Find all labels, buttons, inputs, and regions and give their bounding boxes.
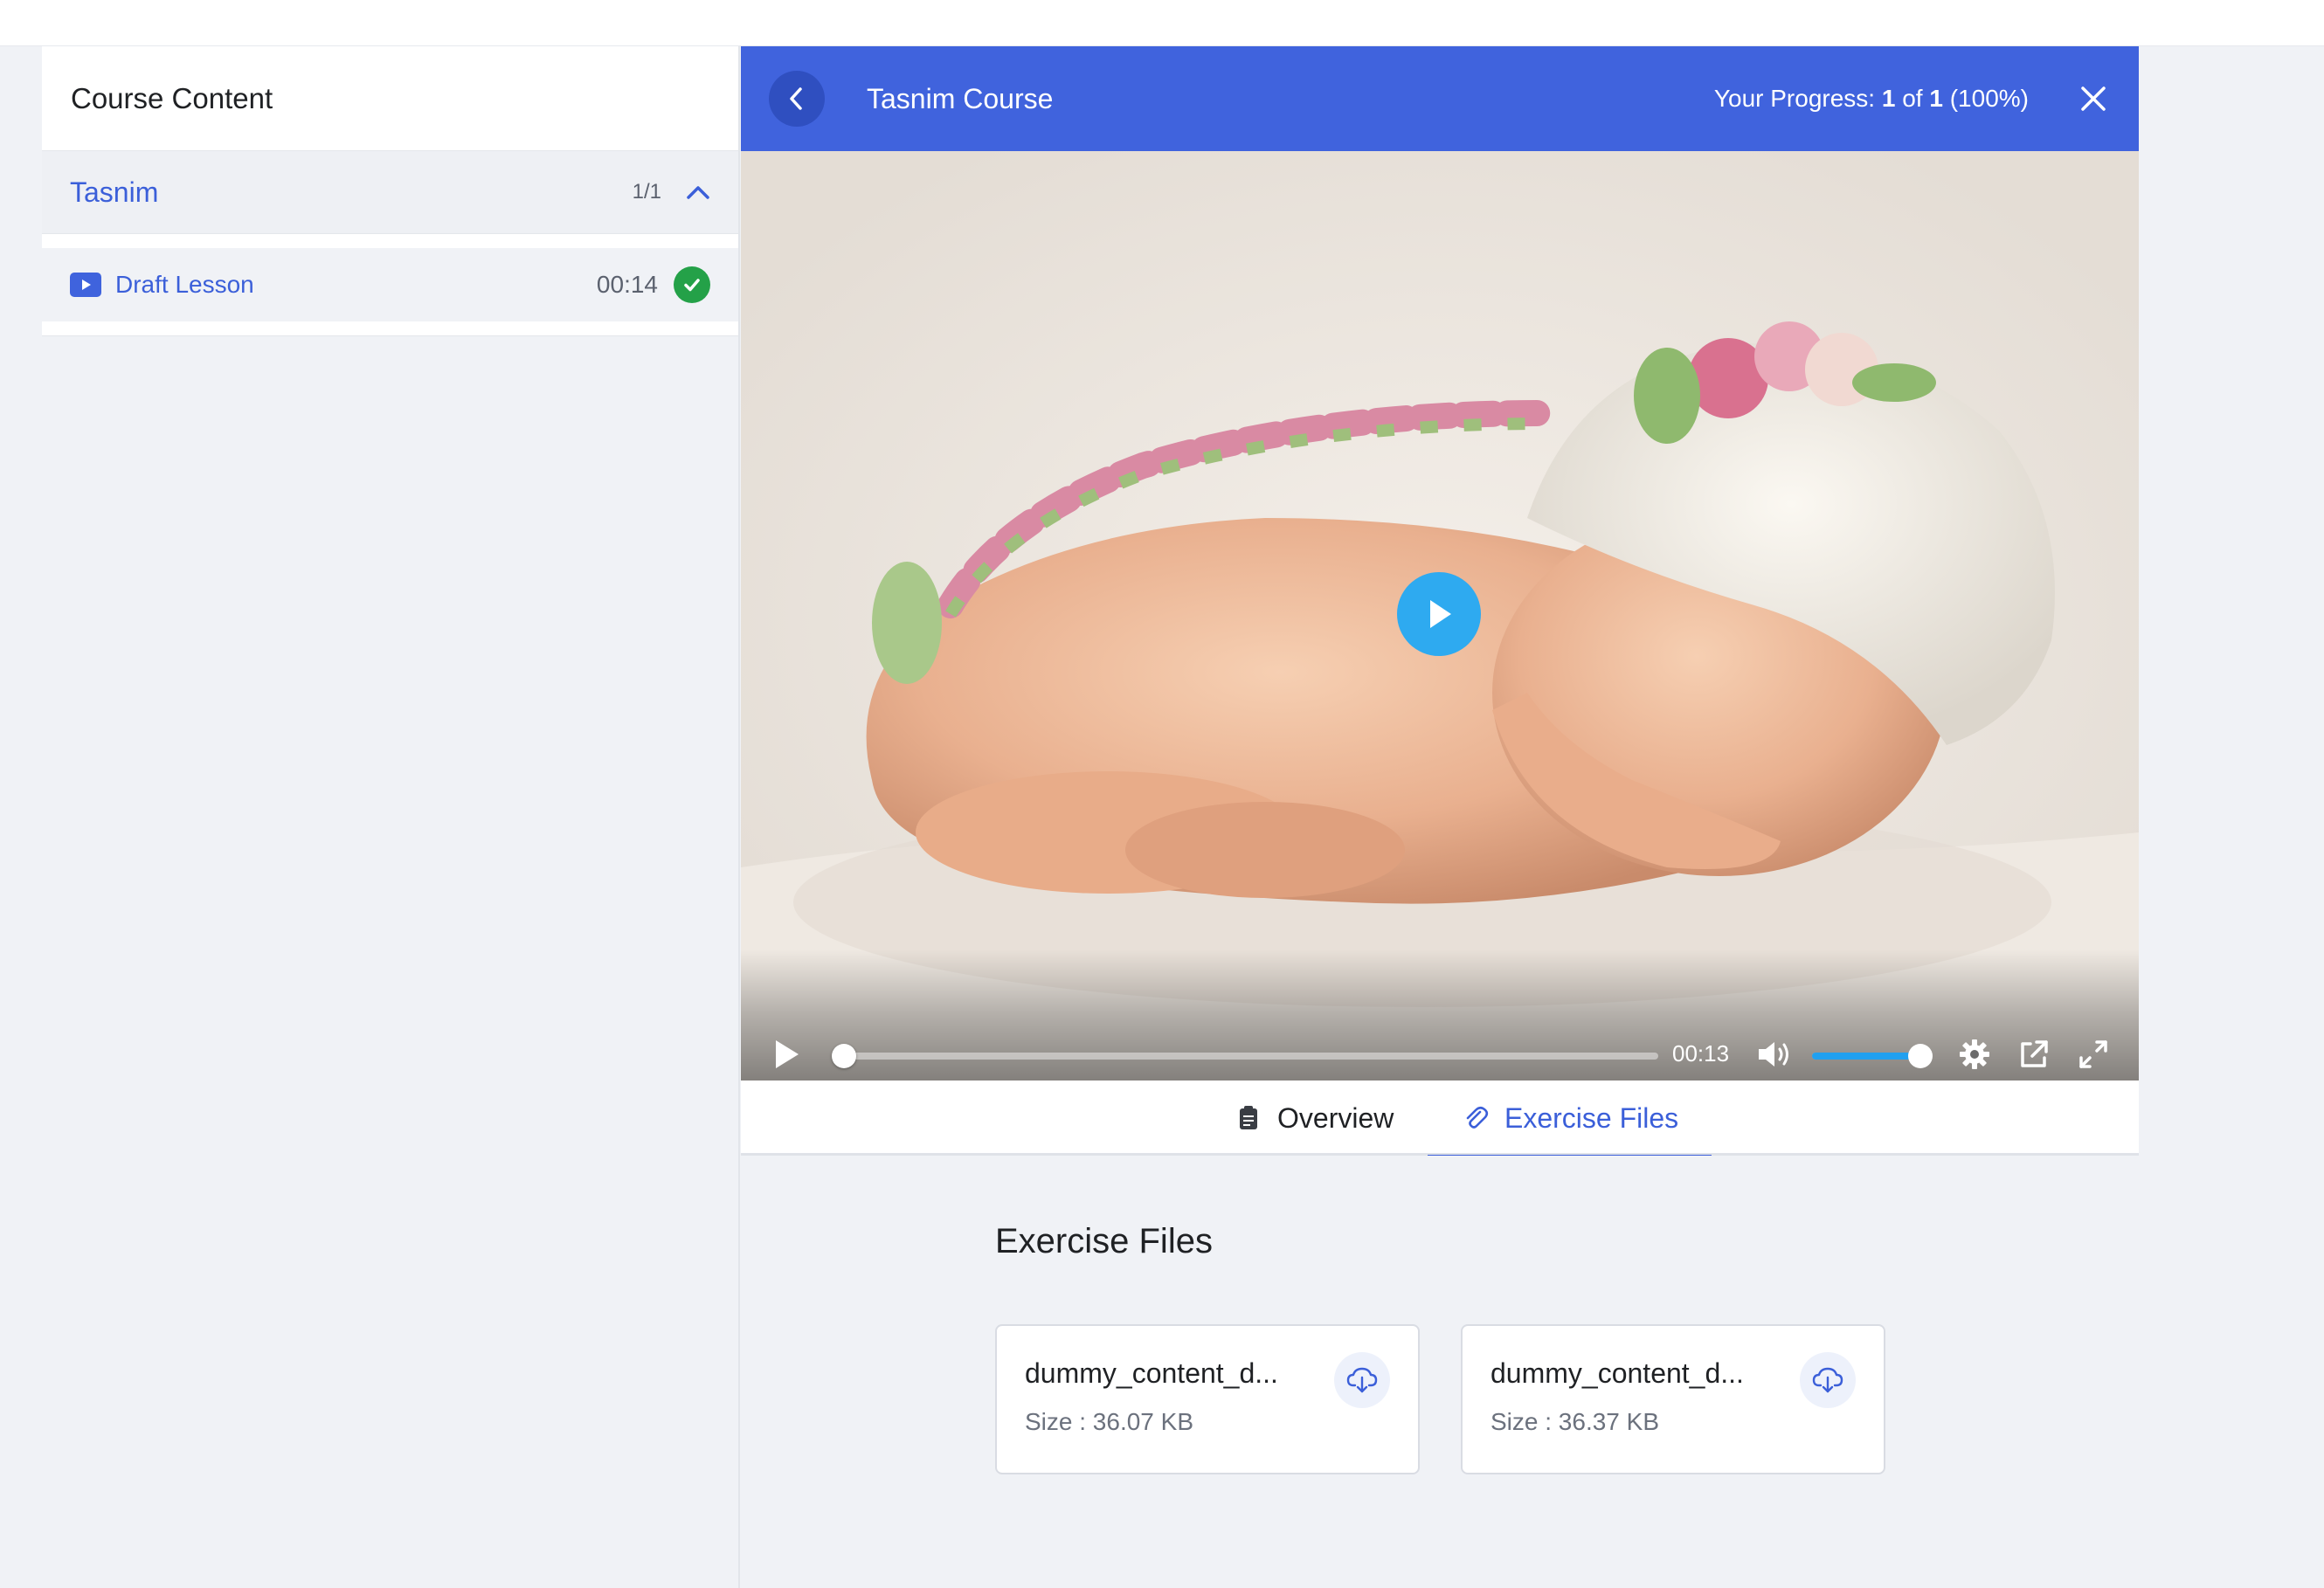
- popout-button[interactable]: [2016, 1037, 2051, 1072]
- course-sidebar: Course Content Tasnim 1/1 Draft Lesson 0…: [42, 46, 740, 1588]
- top-bar: [0, 0, 2324, 46]
- exercise-files-section: Exercise Files dummy_content_d... Size :…: [741, 1156, 2139, 1588]
- seek-handle[interactable]: [832, 1044, 856, 1068]
- cloud-download-icon: [1346, 1367, 1378, 1393]
- download-button[interactable]: [1334, 1352, 1390, 1408]
- progress-current: 1: [1881, 85, 1896, 112]
- progress-of: of: [1902, 85, 1923, 112]
- back-button[interactable]: [769, 71, 825, 127]
- video-player[interactable]: 00:13: [741, 151, 2139, 1081]
- completed-check-icon: [674, 266, 710, 303]
- file-name: dummy_content_d...: [1491, 1357, 1744, 1389]
- course-header: Tasnim Course Your Progress: 1 of 1 (100…: [741, 46, 2139, 151]
- close-button[interactable]: [2076, 81, 2111, 116]
- tab-overview[interactable]: Overview: [1234, 1081, 1394, 1156]
- file-name: dummy_content_d...: [1025, 1357, 1278, 1389]
- progress-total: 1: [1929, 85, 1943, 112]
- course-progress: Your Progress: 1 of 1 (100%): [1714, 85, 2029, 113]
- progress-percent: (100%): [1949, 85, 2029, 112]
- document-icon: [1234, 1103, 1263, 1133]
- volume-handle[interactable]: [1908, 1044, 1933, 1068]
- file-card: dummy_content_d... Size : 36.37 KB: [1461, 1324, 1885, 1474]
- lesson-tabs: Overview Exercise Files: [741, 1081, 2139, 1158]
- lesson-item[interactable]: Draft Lesson 00:14: [42, 248, 738, 321]
- settings-button[interactable]: [1957, 1037, 1992, 1072]
- chevron-up-icon[interactable]: [686, 183, 710, 201]
- lesson-title[interactable]: Draft Lesson: [115, 271, 597, 299]
- course-title: Tasnim Course: [867, 82, 1054, 114]
- play-overlay-button[interactable]: [1397, 572, 1481, 656]
- file-card: dummy_content_d... Size : 36.07 KB: [995, 1324, 1420, 1474]
- lesson-duration: 00:14: [596, 271, 658, 298]
- download-button[interactable]: [1800, 1352, 1856, 1408]
- topic-header[interactable]: Tasnim 1/1: [42, 151, 738, 234]
- current-time: 00:13: [1672, 1040, 1730, 1067]
- sidebar-header: Course Content: [42, 46, 738, 151]
- lesson-list: Draft Lesson 00:14: [42, 234, 738, 336]
- gear-icon: [1960, 1039, 1989, 1069]
- play-icon: [1430, 600, 1451, 628]
- video-lesson-icon: [70, 273, 101, 297]
- play-button[interactable]: [769, 1037, 804, 1072]
- seek-bar[interactable]: [832, 1044, 1658, 1068]
- tab-exercise-files-label: Exercise Files: [1504, 1101, 1679, 1134]
- mute-button[interactable]: [1756, 1037, 1795, 1072]
- page: Course Content Tasnim 1/1 Draft Lesson 0…: [0, 0, 2324, 1588]
- paperclip-icon: [1461, 1103, 1491, 1133]
- close-icon: [2081, 86, 2106, 111]
- volume-level: [1812, 1053, 1920, 1060]
- topic-count: 1/1: [632, 180, 661, 204]
- tab-exercise-files[interactable]: Exercise Files: [1428, 1081, 1712, 1158]
- file-size: Size : 36.37 KB: [1491, 1408, 1660, 1435]
- tab-overview-label: Overview: [1277, 1101, 1394, 1134]
- fullscreen-button[interactable]: [2076, 1037, 2111, 1072]
- cloud-download-icon: [1812, 1367, 1843, 1393]
- volume-slider[interactable]: [1812, 1044, 1933, 1068]
- volume-icon: [1759, 1042, 1788, 1067]
- exercise-files-heading: Exercise Files: [995, 1222, 1213, 1260]
- topic-title[interactable]: Tasnim: [70, 176, 633, 209]
- file-size: Size : 36.07 KB: [1025, 1408, 1194, 1435]
- fullscreen-icon: [2079, 1040, 2107, 1068]
- external-link-icon: [2021, 1040, 2048, 1067]
- play-icon: [776, 1040, 799, 1068]
- sidebar-title: Course Content: [71, 81, 273, 114]
- player-controls: 00:13: [741, 949, 2139, 1081]
- chevron-left-icon: [790, 87, 802, 110]
- progress-label: Your Progress:: [1713, 85, 1876, 112]
